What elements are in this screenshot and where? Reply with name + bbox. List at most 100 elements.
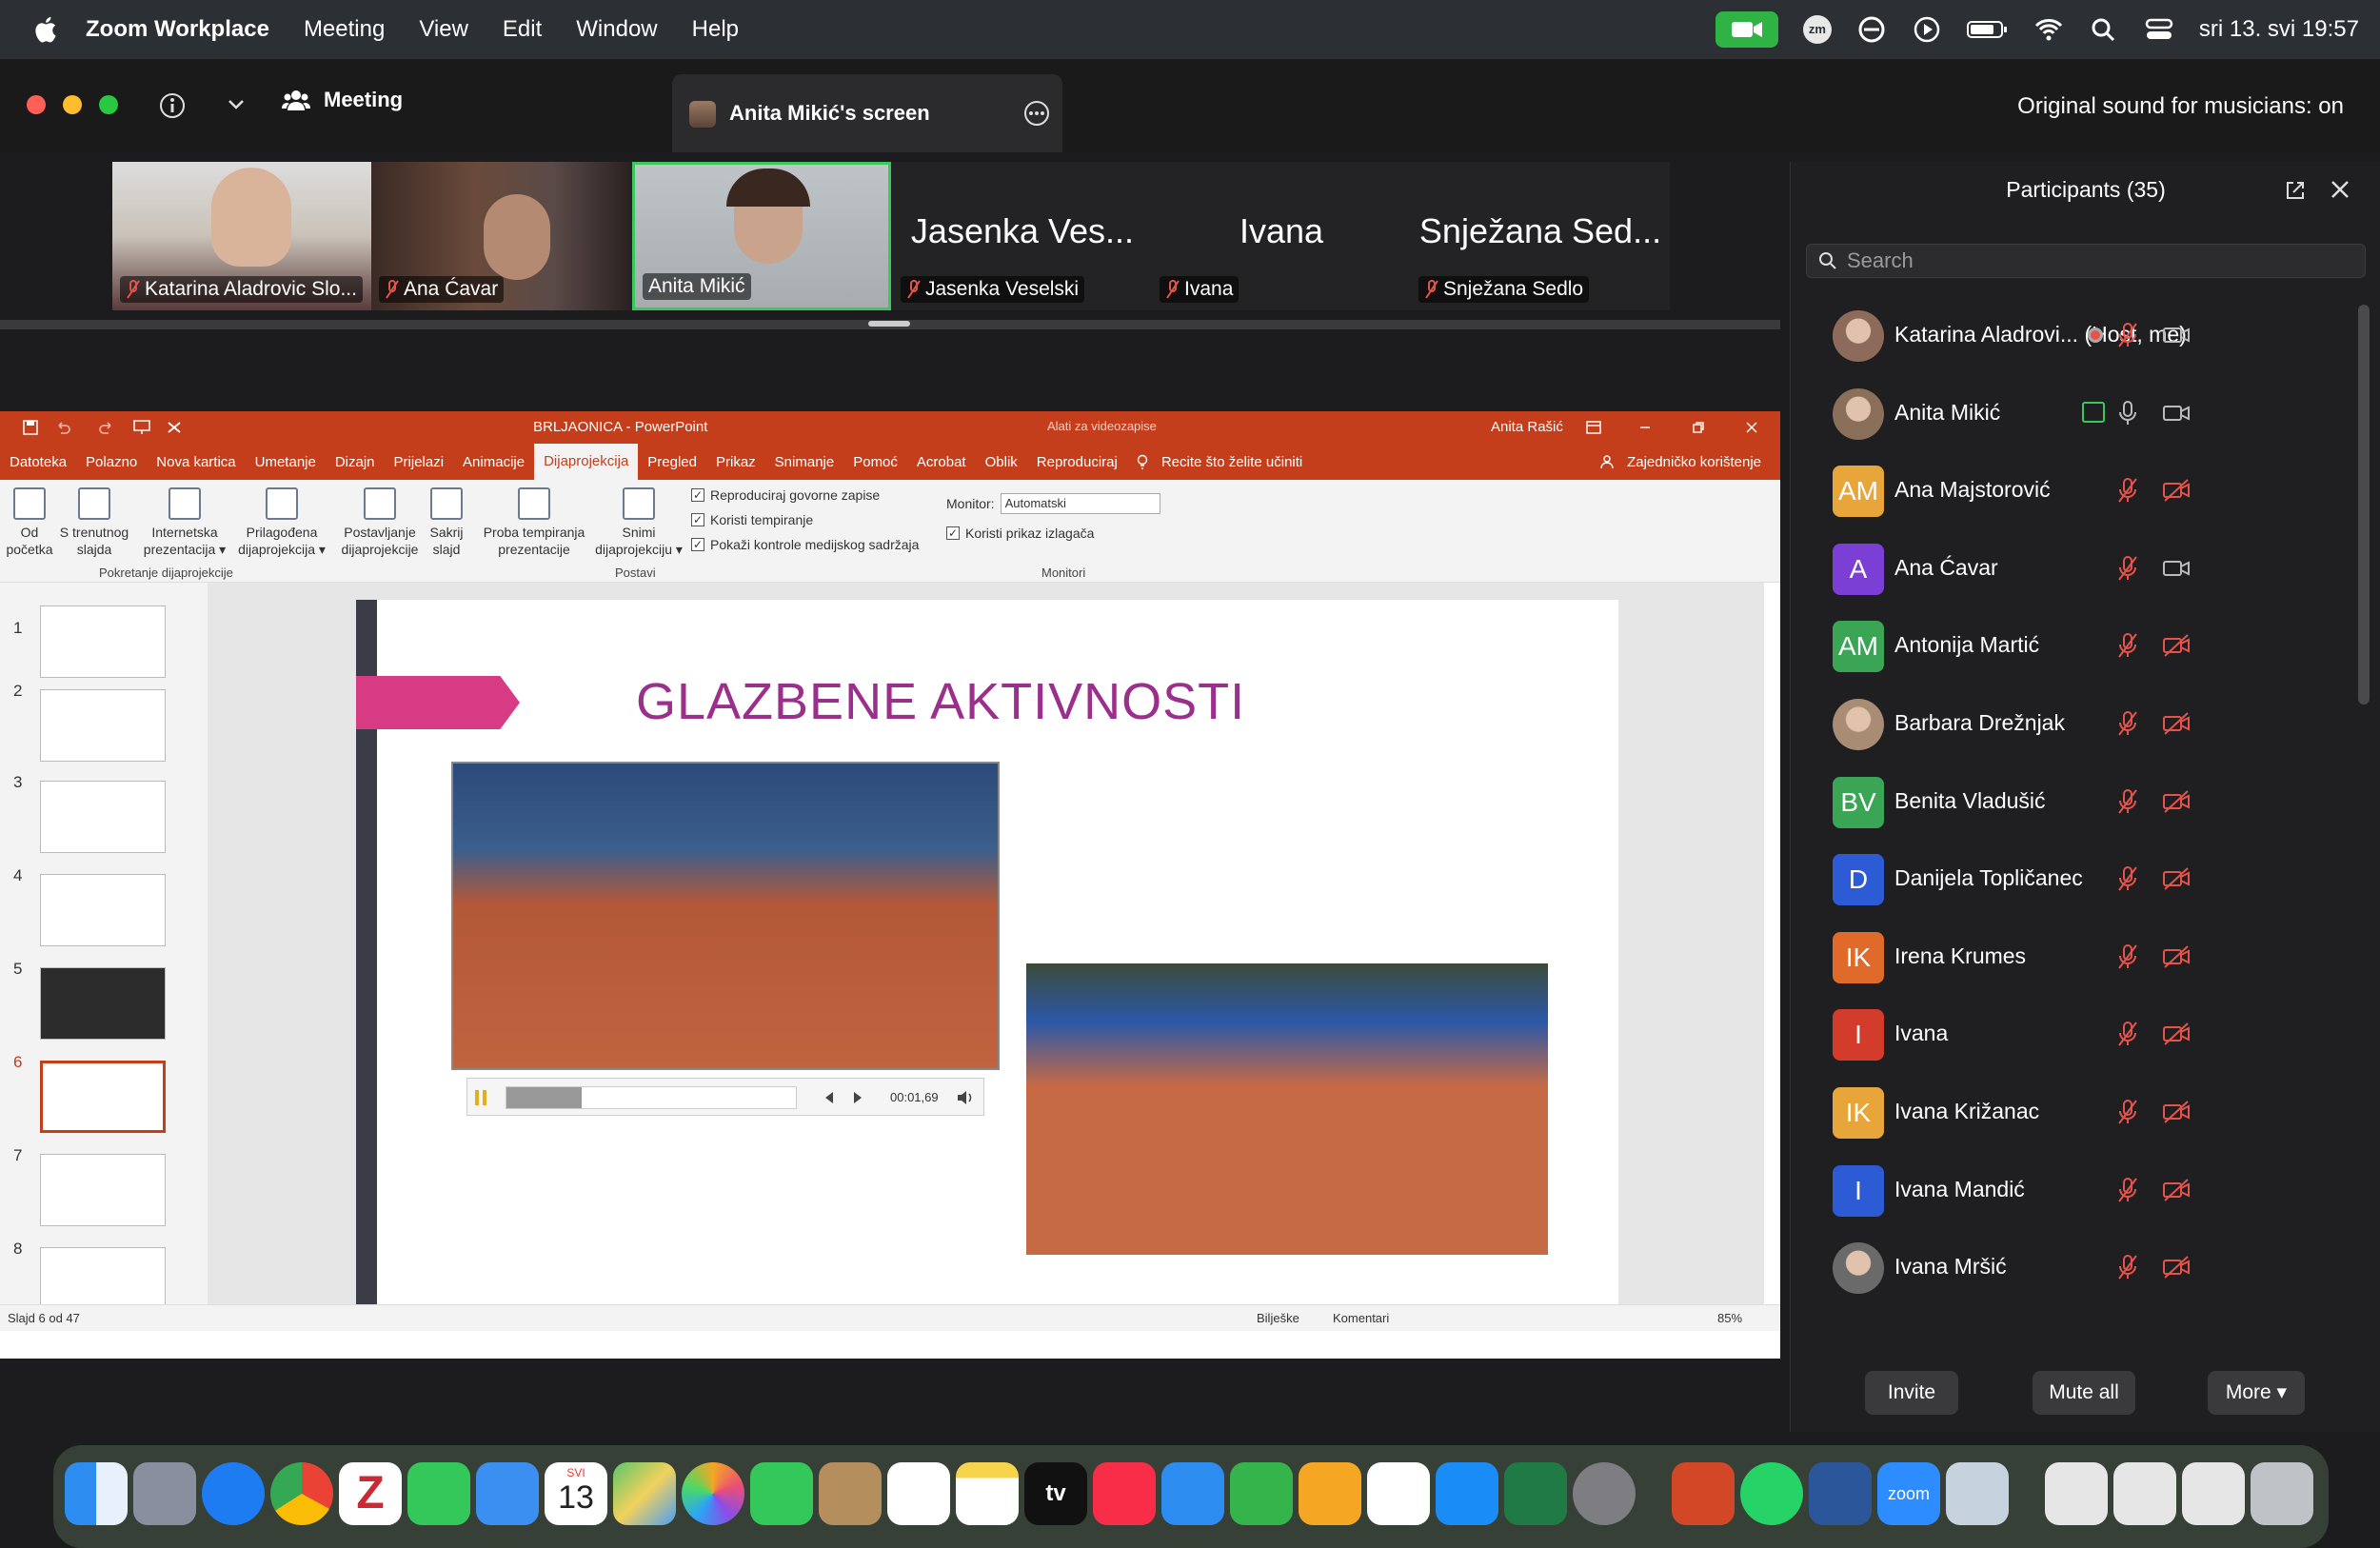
zotero-icon[interactable]: Z bbox=[339, 1462, 402, 1525]
ppt-minimize-icon[interactable] bbox=[1637, 420, 1653, 435]
resize-grip[interactable] bbox=[868, 321, 910, 327]
slide-thumbnail[interactable] bbox=[40, 605, 166, 678]
tab-pregled[interactable]: Pregled bbox=[638, 454, 706, 470]
participant-row[interactable]: Katarina Aladrovi... (Host, me) bbox=[1791, 295, 2362, 373]
keynote-icon[interactable] bbox=[1161, 1462, 1224, 1525]
monitor-value[interactable]: Automatski bbox=[1000, 493, 1160, 514]
hide-slide-button[interactable]: Sakrij slajd bbox=[425, 487, 468, 558]
mute-all-button[interactable]: Mute all bbox=[2033, 1371, 2135, 1415]
video-frame-2[interactable] bbox=[1026, 963, 1548, 1255]
preview-icon[interactable] bbox=[1946, 1462, 2009, 1525]
original-sound-status[interactable]: Original sound for musicians: on bbox=[2017, 93, 2344, 120]
camera-off-icon[interactable] bbox=[2162, 1099, 2191, 1125]
numbers-icon[interactable] bbox=[1230, 1462, 1293, 1525]
camera-icon[interactable] bbox=[2162, 322, 2191, 348]
tab-dijaprojekcija[interactable]: Dijaprojekcija bbox=[534, 444, 639, 480]
media-progress-bar[interactable] bbox=[506, 1086, 797, 1109]
volume-icon[interactable] bbox=[957, 1090, 974, 1105]
clock[interactable]: sri 13. svi 19:57 bbox=[2199, 16, 2359, 43]
use-timings-checkbox[interactable]: ✓ Koristi tempiranje bbox=[691, 512, 813, 527]
freeform-icon[interactable] bbox=[1367, 1462, 1430, 1525]
spotlight-search-icon[interactable] bbox=[2089, 15, 2119, 44]
participant-row[interactable]: I Ivana Mandić bbox=[1791, 1150, 2362, 1228]
mic-muted-icon[interactable] bbox=[2116, 943, 2139, 970]
camera-off-icon[interactable] bbox=[2162, 865, 2191, 892]
powerpoint-icon[interactable] bbox=[1672, 1462, 1735, 1525]
ppt-restore-icon[interactable] bbox=[1691, 420, 1706, 435]
save-icon[interactable] bbox=[23, 420, 38, 435]
info-icon[interactable] bbox=[158, 91, 187, 120]
zoom-icon[interactable]: zoom bbox=[1877, 1462, 1940, 1525]
pause-icon[interactable] bbox=[473, 1088, 488, 1107]
notes-button[interactable]: Bilješke bbox=[1257, 1311, 1299, 1325]
facetime-icon[interactable] bbox=[750, 1462, 813, 1525]
participant-row[interactable]: D Danijela Topličanec bbox=[1791, 839, 2362, 917]
tab-prikaz[interactable]: Prikaz bbox=[706, 454, 765, 470]
mic-muted-icon[interactable] bbox=[2116, 710, 2139, 737]
ribbon-display-options-icon[interactable] bbox=[1586, 420, 1601, 435]
messages-icon[interactable] bbox=[407, 1462, 470, 1525]
tab-reproduciraj[interactable]: Reproduciraj bbox=[1027, 454, 1127, 470]
close-icon[interactable] bbox=[2330, 179, 2350, 200]
play-icon[interactable] bbox=[1912, 15, 1942, 44]
pages-icon[interactable] bbox=[1299, 1462, 1361, 1525]
participant-row[interactable]: AM Ana Majstorović bbox=[1791, 450, 2362, 528]
system-settings-icon[interactable] bbox=[1573, 1462, 1636, 1525]
tab-oblik[interactable]: Oblik bbox=[976, 454, 1027, 470]
rewind-icon[interactable] bbox=[822, 1090, 835, 1105]
mic-muted-icon[interactable] bbox=[2116, 477, 2139, 504]
music-icon[interactable] bbox=[1093, 1462, 1156, 1525]
camera-off-icon[interactable] bbox=[2162, 788, 2191, 815]
excel-icon[interactable] bbox=[1504, 1462, 1567, 1525]
app-store-icon[interactable] bbox=[1436, 1462, 1498, 1525]
rehearse-timings-button[interactable]: Proba tempiranja prezentacije bbox=[476, 487, 592, 558]
participant-row[interactable]: Anita Mikić bbox=[1791, 373, 2362, 451]
tab-acrobat[interactable]: Acrobat bbox=[907, 454, 976, 470]
from-current-slide-button[interactable]: S trenutnog slajda bbox=[57, 487, 131, 558]
notes-icon[interactable] bbox=[956, 1462, 1019, 1525]
mic-muted-icon[interactable] bbox=[2116, 632, 2139, 659]
video-tile-off[interactable]: Jasenka Ves... Jasenka Veselski bbox=[893, 162, 1152, 310]
invite-button[interactable]: Invite bbox=[1865, 1371, 1958, 1415]
wifi-icon[interactable] bbox=[2033, 15, 2064, 44]
tab-shared-screen[interactable]: Anita Mikić's screen bbox=[672, 74, 1062, 152]
video-tile-off[interactable]: Snježana Sed... Snježana Sedlo bbox=[1411, 162, 1670, 310]
tab-umetanje[interactable]: Umetanje bbox=[246, 454, 326, 470]
minimize-window-button[interactable] bbox=[63, 95, 82, 114]
presenter-view-checkbox[interactable]: ✓ Koristi prikaz izlagača bbox=[946, 526, 1094, 541]
participant-row[interactable]: AM Antonija Martić bbox=[1791, 605, 2362, 684]
tab-dizajn[interactable]: Dizajn bbox=[326, 454, 385, 470]
reminders-icon[interactable] bbox=[887, 1462, 950, 1525]
participant-row[interactable]: IK Ivana Križanac bbox=[1791, 1072, 2362, 1150]
menu-help[interactable]: Help bbox=[692, 16, 739, 43]
participant-row[interactable]: BV Benita Vladušić bbox=[1791, 762, 2362, 840]
menu-view[interactable]: View bbox=[419, 16, 468, 43]
mic-muted-icon[interactable] bbox=[2116, 1254, 2139, 1280]
battery-icon[interactable] bbox=[1966, 15, 2009, 44]
slide-thumbnail-selected[interactable] bbox=[40, 1061, 166, 1133]
record-slideshow-button[interactable]: Snimi dijaprojekciju ▾ bbox=[592, 487, 685, 558]
camera-off-icon[interactable] bbox=[2162, 1177, 2191, 1203]
finder-icon[interactable] bbox=[65, 1462, 128, 1525]
participant-row[interactable]: JVJasenka Veselski bbox=[1791, 1305, 2362, 1316]
apple-icon[interactable] bbox=[30, 13, 63, 46]
tab-animacije[interactable]: Animacije bbox=[453, 454, 534, 470]
online-presentation-button[interactable]: Internetska prezentacija ▾ bbox=[137, 487, 232, 558]
recent-document-icon[interactable] bbox=[2113, 1462, 2176, 1525]
participant-list-scrollbar[interactable] bbox=[2358, 305, 2370, 705]
camera-icon[interactable] bbox=[2162, 400, 2191, 427]
forward-icon[interactable] bbox=[852, 1090, 865, 1105]
tab-pomoc[interactable]: Pomoć bbox=[843, 454, 907, 470]
slide-thumbnail[interactable] bbox=[40, 1154, 166, 1226]
from-beginning-button[interactable]: Od početka bbox=[6, 487, 53, 558]
mic-muted-icon[interactable] bbox=[2116, 1021, 2139, 1047]
pop-out-icon[interactable] bbox=[2284, 179, 2307, 202]
monitor-select[interactable]: Monitor: Automatski bbox=[946, 493, 1160, 514]
menu-app-name[interactable]: Zoom Workplace bbox=[86, 16, 269, 43]
slide-title[interactable]: GLAZBENE AKTIVNOSTI bbox=[636, 672, 1245, 731]
menu-meeting[interactable]: Meeting bbox=[304, 16, 385, 43]
zoom-menu-icon[interactable]: zm bbox=[1802, 15, 1832, 44]
play-narrations-checkbox[interactable]: ✓ Reproduciraj govorne zapise bbox=[691, 487, 880, 503]
recent-document-icon[interactable] bbox=[2182, 1462, 2245, 1525]
safari-icon[interactable] bbox=[202, 1462, 265, 1525]
